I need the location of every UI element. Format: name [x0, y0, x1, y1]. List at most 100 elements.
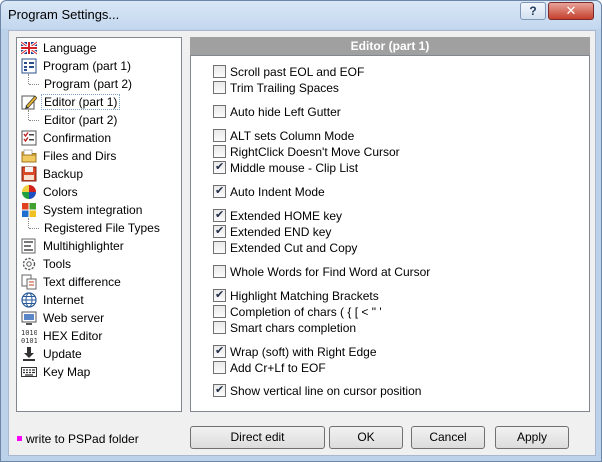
sidebar-item-update[interactable]: Update: [17, 345, 181, 363]
panel-title: Editor (part 1): [190, 37, 590, 55]
sidebar-item-label: Update: [43, 347, 82, 361]
dialog-client-area: Language Program (part 1) Program (part …: [8, 30, 596, 456]
sidebar-item-confirmation[interactable]: Confirmation: [17, 129, 181, 147]
sidebar-item-label: Colors: [43, 185, 78, 199]
checkbox[interactable]: [213, 184, 226, 198]
settings-category-tree[interactable]: Language Program (part 1) Program (part …: [16, 37, 182, 412]
sidebar-item-key-map[interactable]: Key Map: [17, 363, 181, 381]
sidebar-item-system-integration[interactable]: System integration: [17, 201, 181, 219]
checkbox[interactable]: [213, 344, 226, 358]
checkbox[interactable]: [213, 265, 226, 278]
checkbox[interactable]: [213, 129, 226, 142]
sidebar-item-label: Language: [43, 41, 97, 55]
direct-edit-button[interactable]: Direct edit: [190, 426, 325, 449]
sidebar-item-label: Text difference: [43, 275, 121, 289]
legend-text: write to PSPad folder: [26, 432, 139, 446]
sidebar-item-label: Registered File Types: [44, 221, 160, 235]
program-settings-window: Program Settings... ? ✕ Language Program…: [0, 0, 602, 462]
sidebar-item-label: HEX Editor: [43, 329, 103, 343]
sidebar-item-registered-file-types[interactable]: Registered File Types: [17, 219, 181, 237]
sidebar-item-label: Tools: [43, 257, 72, 271]
sidebar-item-label: Program (part 2): [44, 77, 133, 91]
sidebar-item-label: Files and Dirs: [43, 149, 117, 163]
sidebar-item-language[interactable]: Language: [17, 39, 181, 57]
sidebar-item-label: Program (part 1): [43, 59, 132, 73]
checkbox[interactable]: [213, 361, 226, 374]
text-diff-icon: [21, 274, 37, 290]
sidebar-item-web-server[interactable]: Web server: [17, 309, 181, 327]
checkbox[interactable]: [213, 160, 226, 174]
checkbox[interactable]: [213, 288, 226, 302]
option-label: Show vertical line on cursor position: [230, 384, 422, 398]
svg-text:0101: 0101: [21, 337, 37, 344]
sidebar-item-label: System integration: [43, 203, 143, 217]
sidebar-item-label: Web server: [43, 311, 105, 325]
color-palette-icon: [22, 185, 36, 199]
keyboard-icon: [21, 367, 37, 377]
sidebar-item-colors[interactable]: Colors: [17, 183, 181, 201]
svg-text:1010: 1010: [21, 329, 37, 337]
program-settings-icon: [21, 58, 37, 74]
editor-options-panel: Scroll past EOL and EOF Trim Trailing Sp…: [190, 55, 590, 412]
checkbox[interactable]: [213, 65, 226, 78]
edit-pencil-icon: [21, 95, 37, 110]
option-label: Middle mouse - Clip List: [230, 161, 359, 175]
option-label: Whole Words for Find Word at Cursor: [230, 265, 431, 279]
cancel-button[interactable]: Cancel: [411, 426, 485, 449]
checkbox[interactable]: [213, 321, 226, 334]
title-bar[interactable]: Program Settings... ? ✕: [1, 1, 601, 29]
checkbox[interactable]: [213, 224, 226, 238]
folder-icon: [21, 149, 37, 163]
checkbox[interactable]: [213, 81, 226, 94]
sidebar-item-label: Internet: [43, 293, 84, 307]
update-download-icon: [23, 347, 35, 361]
option-label: Auto Indent Mode: [230, 185, 325, 199]
option-label: Trim Trailing Spaces: [230, 81, 339, 95]
backup-disk-icon: [21, 166, 37, 182]
checkbox[interactable]: [213, 241, 226, 254]
sidebar-item-program-part-2[interactable]: Program (part 2): [17, 75, 181, 93]
sidebar-item-files-and-dirs[interactable]: Files and Dirs: [17, 147, 181, 165]
highlighter-icon: [21, 238, 36, 254]
checkbox[interactable]: [213, 208, 226, 222]
sidebar-item-multihighlighter[interactable]: Multihighlighter: [17, 237, 181, 255]
option-label: RightClick Doesn't Move Cursor: [230, 145, 400, 159]
sidebar-item-editor-part-2[interactable]: Editor (part 2): [17, 111, 181, 129]
option-label: Smart chars completion: [230, 321, 357, 335]
option-label: Auto hide Left Gutter: [230, 105, 341, 119]
option-label: Highlight Matching Brackets: [230, 289, 379, 303]
checkbox[interactable]: [213, 383, 226, 397]
sidebar-item-label: Editor (part 2): [44, 113, 118, 127]
sidebar-item-label: Editor (part 1): [41, 94, 121, 110]
sidebar-item-backup[interactable]: Backup: [17, 165, 181, 183]
sidebar-item-internet[interactable]: Internet: [17, 291, 181, 309]
window-title: Program Settings...: [8, 7, 120, 22]
option-label: Add Cr+Lf to EOF: [230, 361, 326, 375]
sidebar-item-text-difference[interactable]: Text difference: [17, 273, 181, 291]
option-label: Completion of chars ( { [ < " ': [230, 305, 382, 319]
sidebar-item-label: Multihighlighter: [43, 239, 124, 253]
legend-swatch: [17, 436, 22, 441]
help-button[interactable]: ?: [520, 2, 546, 20]
sidebar-item-label: Key Map: [43, 365, 91, 379]
option-label: Extended END key: [230, 225, 332, 239]
gear-icon: [22, 257, 36, 271]
option-label: Extended HOME key: [230, 209, 343, 223]
checklist-icon: [21, 130, 37, 146]
option-label: Scroll past EOL and EOF: [230, 65, 365, 79]
checkbox[interactable]: [213, 105, 226, 118]
web-server-icon: [21, 311, 37, 325]
checkbox[interactable]: [213, 305, 226, 318]
hex-binary-icon: 1010 0101: [21, 329, 37, 344]
checkbox[interactable]: [213, 145, 226, 158]
apply-button[interactable]: Apply: [495, 426, 569, 449]
globe-icon: [21, 292, 37, 308]
option-label: ALT sets Column Mode: [230, 129, 355, 143]
sidebar-item-hex-editor[interactable]: 1010 0101 HEX Editor: [17, 327, 181, 345]
ok-button[interactable]: OK: [329, 426, 403, 449]
sidebar-item-tools[interactable]: Tools: [17, 255, 181, 273]
sidebar-item-editor-part-1[interactable]: Editor (part 1): [17, 93, 181, 111]
close-button[interactable]: ✕: [548, 2, 594, 20]
sidebar-item-program-part-1[interactable]: Program (part 1): [17, 57, 181, 75]
flag-uk-icon: [21, 40, 37, 56]
